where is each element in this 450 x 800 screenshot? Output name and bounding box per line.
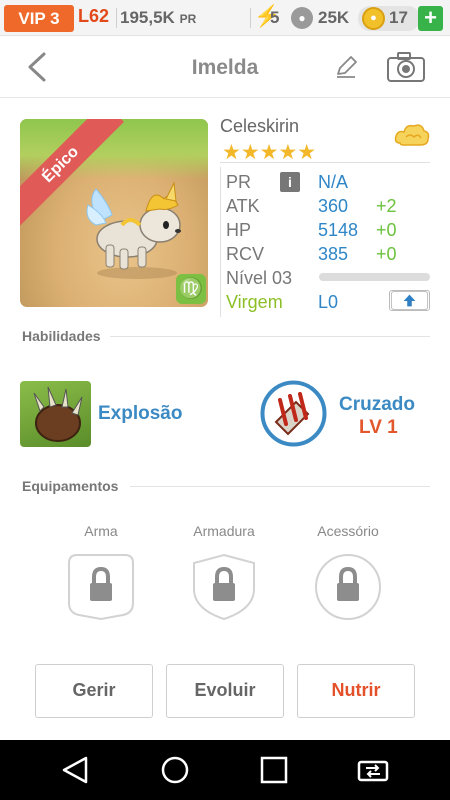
stat-bonus-rcv: +0 bbox=[376, 244, 397, 264]
edit-pencil-icon[interactable] bbox=[333, 54, 359, 80]
weapon-slot-locked[interactable] bbox=[67, 553, 135, 621]
zodiac-virgo-icon: ♍ bbox=[176, 274, 206, 304]
page-title: Imelda bbox=[191, 56, 259, 79]
cloud-element-icon bbox=[394, 124, 430, 146]
slot-label-acessorio: Acessório bbox=[317, 523, 379, 539]
player-level: L62 bbox=[78, 6, 110, 26]
divider bbox=[250, 8, 251, 28]
stat-label-hp: HP bbox=[226, 220, 252, 240]
divider bbox=[220, 162, 430, 163]
switch-app-icon[interactable] bbox=[357, 754, 389, 786]
upgrade-sign-button[interactable] bbox=[389, 290, 430, 311]
accessory-slot-locked[interactable] bbox=[314, 553, 382, 621]
stat-bonus-atk: +2 bbox=[376, 196, 397, 216]
paw-count: 25K bbox=[318, 8, 350, 27]
power-value: 195,5K bbox=[120, 8, 175, 27]
stat-label-atk: ATK bbox=[226, 196, 260, 216]
stat-label-rcv: RCV bbox=[226, 244, 265, 264]
header: Imelda bbox=[0, 36, 450, 98]
paw-icon: ● bbox=[291, 7, 313, 29]
back-chevron-icon[interactable] bbox=[22, 50, 52, 84]
xp-progress-bar bbox=[319, 273, 430, 281]
stat-label-pr: PR bbox=[226, 172, 252, 192]
info-icon[interactable]: i bbox=[280, 172, 300, 192]
back-triangle-icon[interactable] bbox=[60, 754, 92, 786]
stat-value-pr: N/A bbox=[318, 172, 349, 192]
skill-explosao-icon[interactable] bbox=[20, 381, 91, 447]
pet-name: Celeskirin bbox=[220, 116, 300, 136]
divider bbox=[130, 486, 430, 487]
slot-label-arma: Arma bbox=[84, 523, 118, 539]
evolve-button[interactable]: Evoluir bbox=[166, 664, 284, 718]
stat-bonus-hp: +0 bbox=[376, 220, 397, 240]
coin-icon: ● bbox=[362, 7, 385, 30]
skills-section-title: Habilidades bbox=[22, 328, 101, 344]
equipment-section-title: Equipamentos bbox=[22, 478, 119, 494]
slot-label-armadura: Armadura bbox=[193, 523, 255, 539]
energy-count: 5 bbox=[270, 8, 280, 27]
stats-divider bbox=[220, 167, 221, 317]
zodiac-sign-name: Virgem bbox=[226, 292, 283, 312]
stat-value-hp: 5148 bbox=[318, 220, 359, 240]
manage-button[interactable]: Gerir bbox=[35, 664, 153, 718]
power-rating: 195,5K PR bbox=[120, 8, 196, 28]
power-unit: PR bbox=[179, 12, 197, 26]
divider bbox=[116, 8, 117, 28]
recents-square-icon[interactable] bbox=[258, 754, 290, 786]
skill-level-cruzado: LV 1 bbox=[359, 417, 398, 438]
coin-count: 17 bbox=[389, 8, 408, 27]
feed-button[interactable]: Nutrir bbox=[297, 664, 415, 718]
status-bar: VIP 3 L62 195,5K PR ⚡ 5 ● 25K ● 17 + bbox=[0, 0, 450, 36]
skill-cruzado-icon[interactable] bbox=[260, 380, 327, 447]
home-circle-icon[interactable] bbox=[159, 754, 191, 786]
skill-name-explosao[interactable]: Explosão bbox=[98, 403, 182, 425]
zodiac-sign-level: L0 bbox=[318, 292, 339, 312]
camera-icon[interactable] bbox=[386, 51, 426, 83]
vip-badge[interactable]: VIP 3 bbox=[4, 5, 74, 32]
add-coins-button[interactable]: + bbox=[418, 6, 443, 31]
pet-level-label: Nível 03 bbox=[226, 268, 293, 288]
stat-value-rcv: 385 bbox=[318, 244, 349, 264]
system-navigation-bar bbox=[0, 740, 450, 800]
claw-icon bbox=[33, 386, 83, 442]
pet-creature-image bbox=[86, 181, 181, 279]
divider bbox=[110, 336, 430, 337]
skill-name-cruzado[interactable]: Cruzado bbox=[339, 394, 415, 416]
pet-portrait[interactable]: Épico ♍ bbox=[20, 119, 208, 307]
stat-value-atk: 360 bbox=[318, 196, 349, 216]
armor-slot-locked[interactable] bbox=[190, 553, 258, 621]
